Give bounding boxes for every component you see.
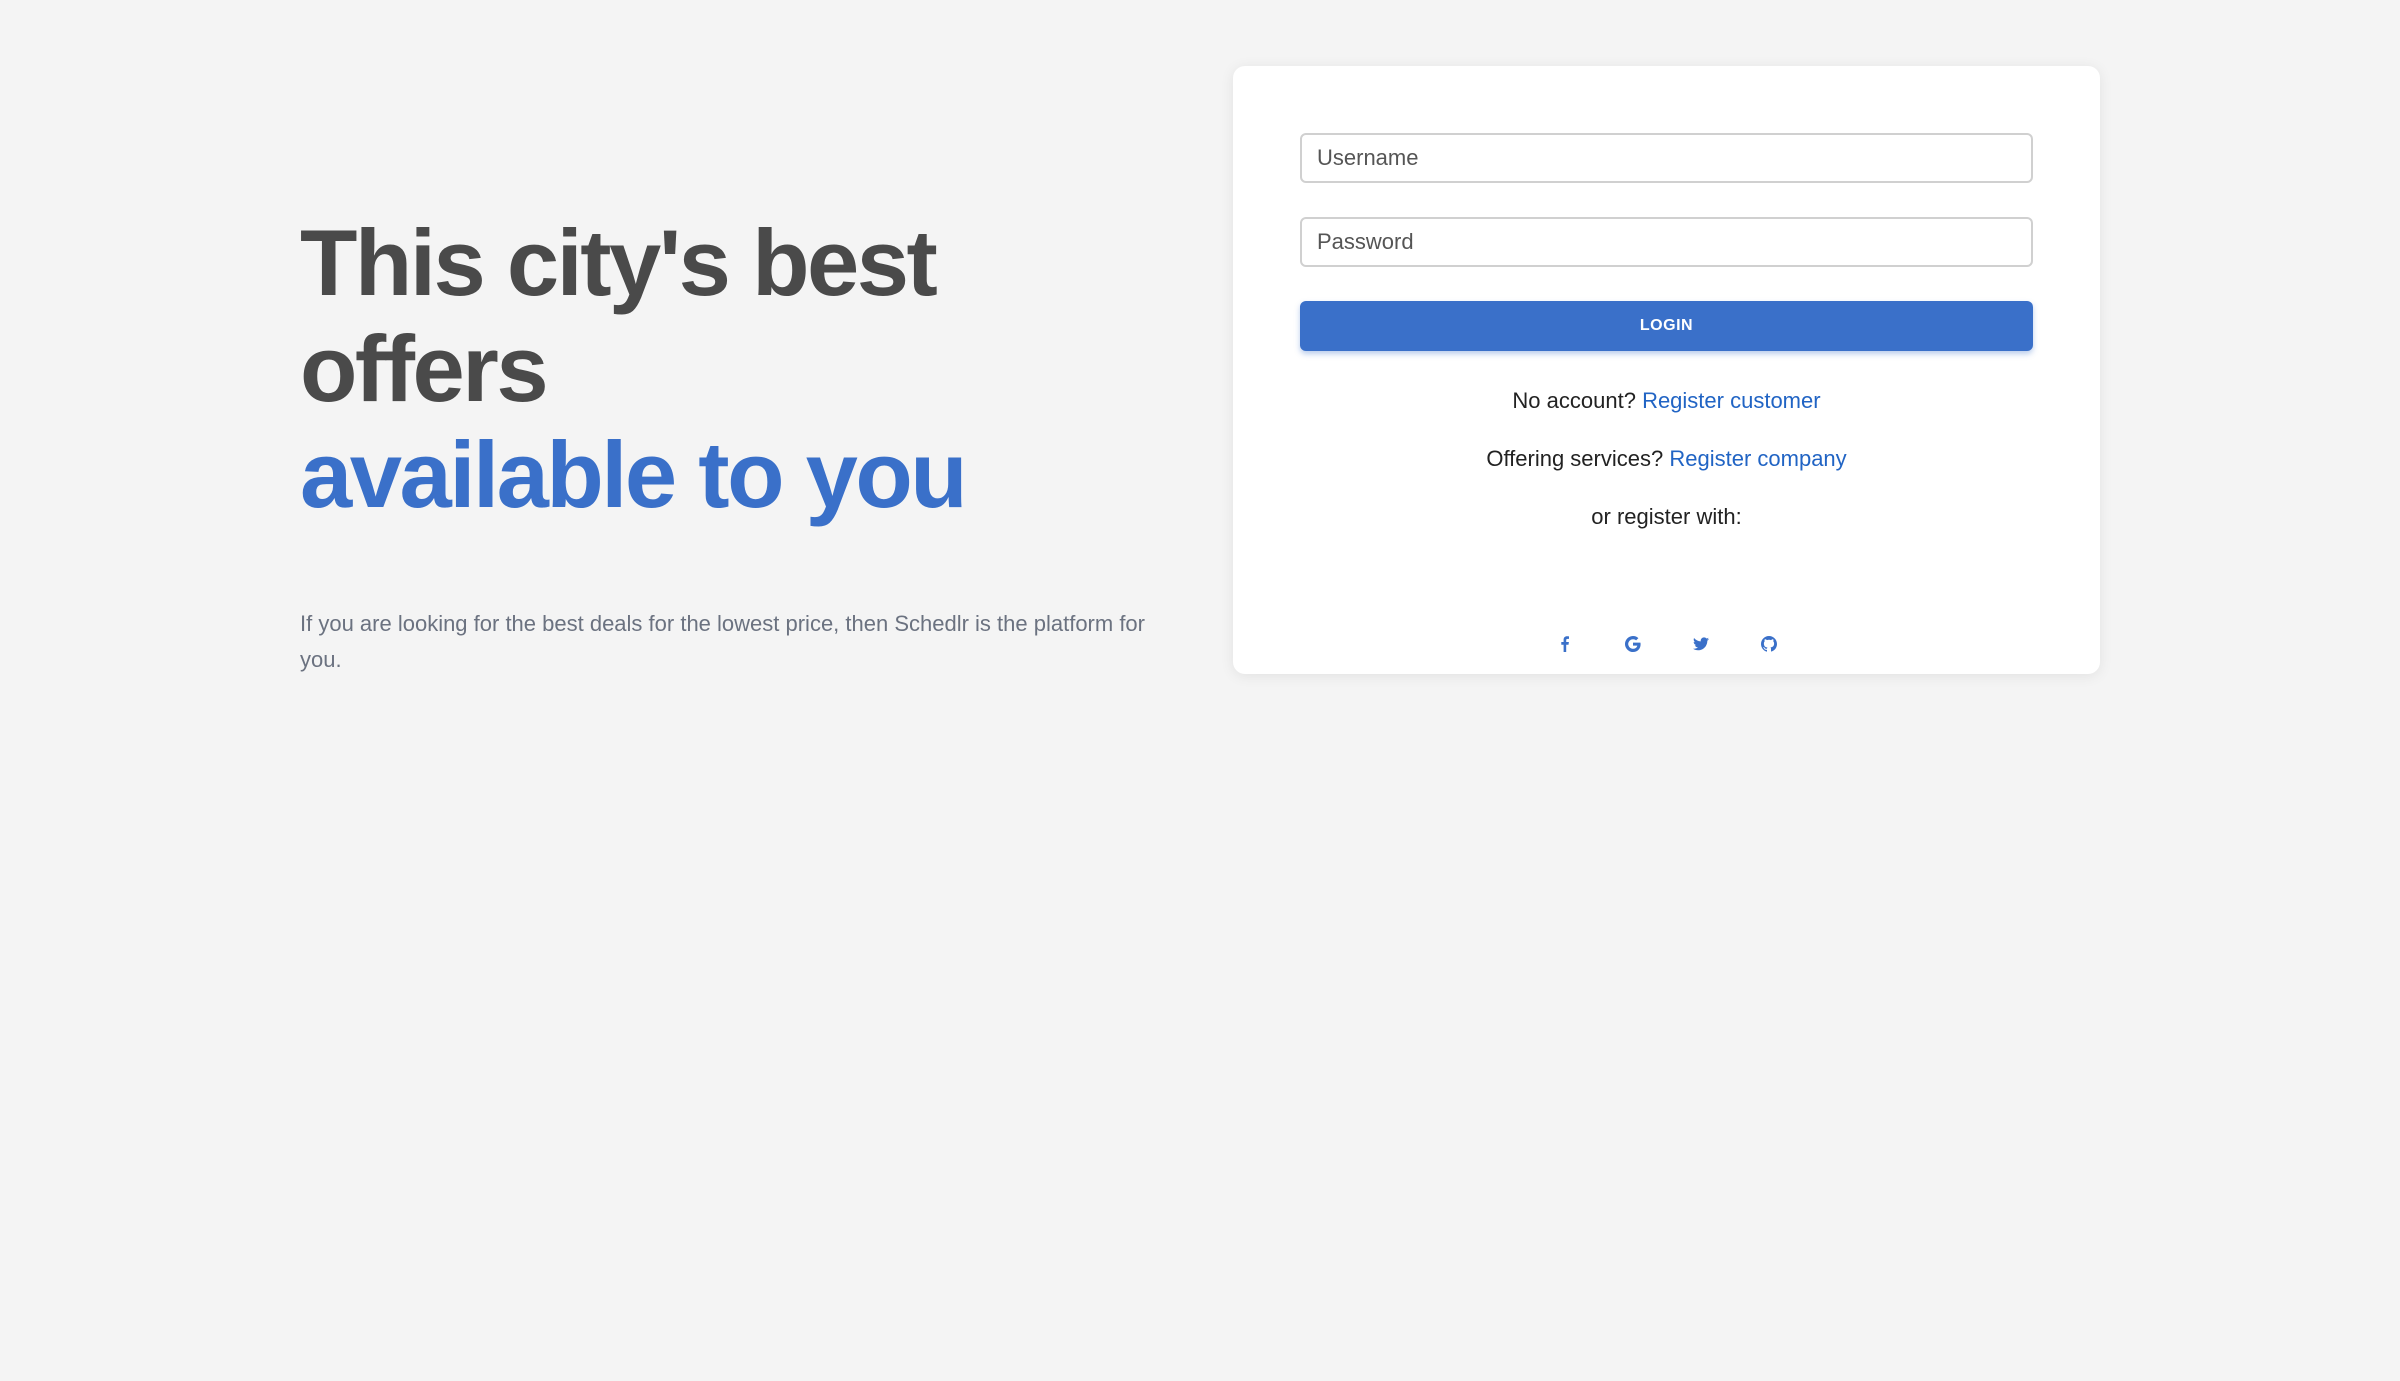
register-company-line: Offering services? Register company <box>1233 446 2100 472</box>
hero-title: This city's best offers available to you <box>300 210 1180 528</box>
login-button[interactable]: LOGIN <box>1300 301 2033 351</box>
google-login-button[interactable] <box>1621 634 1645 658</box>
register-customer-link[interactable]: Register customer <box>1642 388 1821 413</box>
social-login-row <box>1233 634 2100 658</box>
hero-title-line2: available to you <box>300 422 968 527</box>
hero-section: This city's best offers available to you… <box>300 210 1180 678</box>
github-login-button[interactable] <box>1757 634 1781 658</box>
offering-services-text: Offering services? <box>1486 446 1664 471</box>
register-company-link[interactable]: Register company <box>1669 446 1846 471</box>
twitter-login-button[interactable] <box>1689 634 1713 658</box>
login-page: This city's best offers available to you… <box>0 0 2400 1381</box>
register-customer-line: No account? Register customer <box>1233 388 2100 414</box>
hero-description: If you are looking for the best deals fo… <box>300 611 1145 672</box>
facebook-icon <box>1557 635 1573 657</box>
or-register-with-text: or register with: <box>1591 504 1742 529</box>
login-card: LOGIN No account? Register customer Offe… <box>1233 66 2100 674</box>
username-input[interactable] <box>1300 133 2033 183</box>
no-account-text: No account? <box>1512 388 1636 413</box>
hero-title-line1: This city's best offers <box>300 210 938 421</box>
twitter-icon <box>1692 636 1709 657</box>
github-icon <box>1760 635 1777 657</box>
google-icon <box>1624 635 1641 657</box>
password-input[interactable] <box>1300 217 2033 267</box>
facebook-login-button[interactable] <box>1553 634 1577 658</box>
